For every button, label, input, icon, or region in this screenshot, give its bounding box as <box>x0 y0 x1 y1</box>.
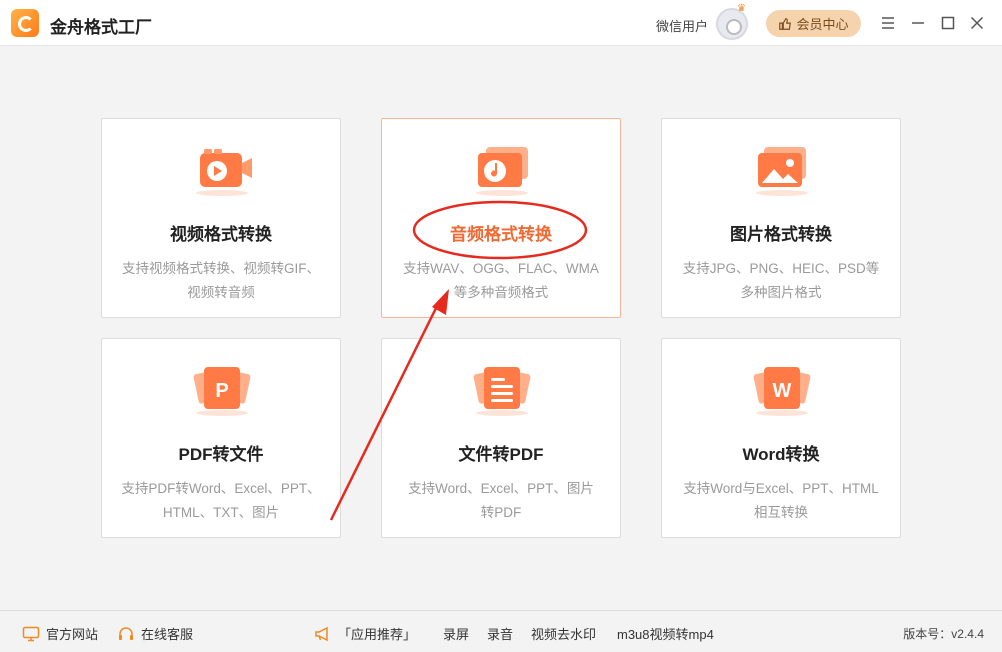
vip-center-label: 会员中心 <box>796 17 849 32</box>
hamburger-menu-icon <box>882 17 894 29</box>
official-site-label: 官方网站 <box>46 627 99 642</box>
pdf-file-icon: P <box>193 367 251 416</box>
card-description: 支持Word与Excel、PPT、HTML 相互转换 <box>683 481 879 520</box>
minimize-icon <box>912 22 924 24</box>
music-file-icon <box>476 147 528 196</box>
link-screen-record[interactable]: 录屏 <box>443 624 469 643</box>
card-description: 支持PDF转Word、Excel、PPT、 HTML、TXT、图片 <box>121 481 321 520</box>
maximize-button[interactable] <box>938 13 958 33</box>
close-icon <box>970 16 984 30</box>
status-bar: 官方网站 在线客服 「应用推荐」 录屏 录音 视频去水印 m3u8视频转mp4 … <box>0 610 1002 652</box>
card-description: 支持Word、Excel、PPT、图片 转PDF <box>408 481 594 520</box>
card-description: 支持视频格式转换、视频转GIF、 视频转音频 <box>122 261 320 300</box>
card-title: Word转换 <box>742 445 820 464</box>
version-label: 版本号：v2.4.4 <box>903 627 984 641</box>
minimize-button[interactable] <box>908 13 928 33</box>
card-description: 支持WAV、OGG、FLAC、WMA 等多种音频格式 <box>403 261 599 300</box>
recommend-label: 「应用推荐」 <box>338 627 417 642</box>
card-video-convert[interactable]: 视频格式转换 支持视频格式转换、视频转GIF、 视频转音频 <box>101 118 341 318</box>
card-audio-convert[interactable]: 音频格式转换 支持WAV、OGG、FLAC、WMA 等多种音频格式 <box>381 118 621 318</box>
title-bar: 金舟格式工厂 微信用户 ♛ 会员中心 <box>0 0 1002 46</box>
link-video-watermark[interactable]: 视频去水印 <box>531 624 596 643</box>
card-pdf-to-file[interactable]: P PDF转文件 支持PDF转Word、Excel、PPT、 HTML、TXT、… <box>101 338 341 538</box>
card-title: 文件转PDF <box>458 445 544 464</box>
megaphone-icon <box>315 626 328 641</box>
crown-icon: ♛ <box>737 3 746 14</box>
online-service-label: 在线客服 <box>141 627 194 642</box>
card-file-to-pdf[interactable]: 文件转PDF 支持Word、Excel、PPT、图片 转PDF <box>381 338 621 538</box>
avatar[interactable]: ♛ <box>716 3 748 40</box>
card-title: 音频格式转换 <box>450 225 552 244</box>
card-description: 支持JPG、PNG、HEIC、PSD等 多种图片格式 <box>682 261 880 300</box>
maximize-icon <box>941 16 955 30</box>
thumbs-up-icon <box>779 17 792 30</box>
video-file-icon <box>196 149 252 196</box>
headset-icon <box>119 626 133 640</box>
card-title: 图片格式转换 <box>730 225 832 244</box>
close-button[interactable] <box>967 13 987 33</box>
menu-button[interactable] <box>878 13 898 33</box>
vip-center-button[interactable]: 会员中心 <box>766 10 861 37</box>
online-service-link[interactable]: 在线客服 <box>117 624 193 643</box>
card-image-convert[interactable]: 图片格式转换 支持JPG、PNG、HEIC、PSD等 多种图片格式 <box>661 118 901 318</box>
app-title: 金舟格式工厂 <box>50 18 152 37</box>
user-name[interactable]: 微信用户 <box>656 16 708 35</box>
app-logo-icon <box>11 9 39 37</box>
document-file-icon <box>473 367 531 416</box>
monitor-icon <box>22 626 40 641</box>
official-site-link[interactable]: 官方网站 <box>22 624 98 643</box>
pdf-letter: P <box>215 380 228 402</box>
recommend-section: 「应用推荐」 <box>314 624 416 643</box>
image-file-icon <box>756 147 808 196</box>
annotation-overlay <box>329 200 588 521</box>
card-title: 视频格式转换 <box>170 225 272 244</box>
word-letter: W <box>773 380 792 402</box>
link-audio-record[interactable]: 录音 <box>487 624 513 643</box>
card-word-convert[interactable]: W Word转换 支持Word与Excel、PPT、HTML 相互转换 <box>661 338 901 538</box>
card-title: PDF转文件 <box>178 445 264 464</box>
link-m3u8-to-mp4[interactable]: m3u8视频转mp4 <box>617 624 714 643</box>
word-file-icon: W <box>753 367 811 416</box>
